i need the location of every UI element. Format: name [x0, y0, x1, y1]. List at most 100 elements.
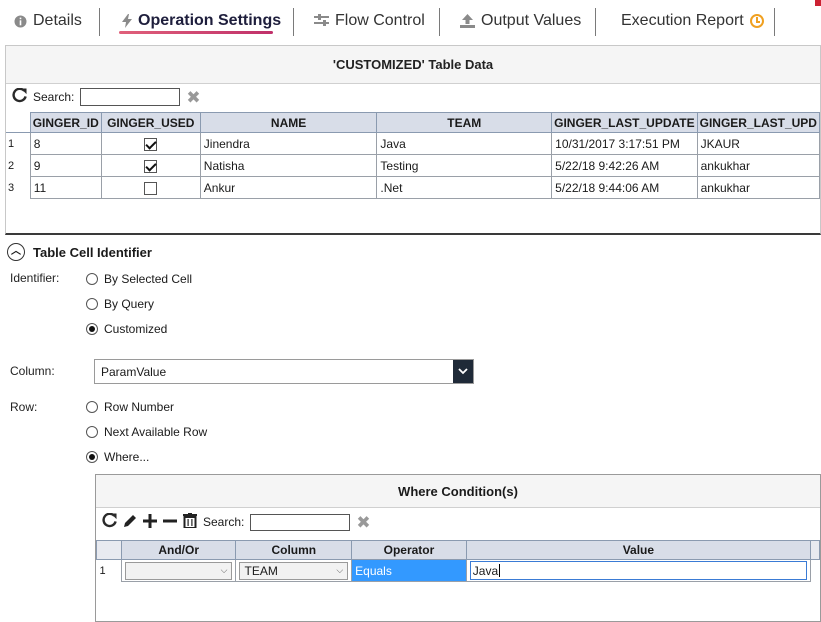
- cell-last-update[interactable]: 5/22/18 9:42:26 AM: [551, 154, 698, 177]
- tab-details-label: Details: [33, 12, 82, 29]
- column-header[interactable]: GINGER_LAST_UPD: [696, 112, 821, 133]
- cell-ginger-id[interactable]: 11: [29, 176, 102, 199]
- cell-ginger-id[interactable]: 8: [29, 132, 102, 155]
- cell-team[interactable]: .Net: [376, 176, 553, 199]
- tab-execution-report-label: Execution Report: [621, 12, 744, 29]
- radio-label: Customized: [104, 322, 168, 336]
- column-value: TEAM: [244, 563, 278, 578]
- clock-icon: [749, 14, 764, 28]
- table-row[interactable]: 1 8 Jinendra Java 10/31/2017 3:17:51 PM …: [6, 132, 821, 155]
- column-header[interactable]: GINGER_ID: [29, 112, 102, 133]
- row-header-corner: [96, 540, 122, 560]
- used-checkbox[interactable]: [144, 181, 158, 195]
- where-conditions-title: Where Condition(s): [96, 475, 820, 508]
- chevron-down-icon: ⌵: [220, 565, 228, 575]
- radio-where[interactable]: Where...: [86, 450, 149, 464]
- radio-label: By Query: [104, 297, 155, 311]
- refresh-icon[interactable]: [102, 512, 117, 531]
- where-row[interactable]: 1 ⌵ TEAM ⌵ Equals Java: [97, 559, 820, 582]
- radio-next-available-row[interactable]: Next Available Row: [86, 425, 207, 439]
- used-checkbox[interactable]: [144, 137, 158, 151]
- customized-data-table: GINGER_ID GINGER_USED NAME TEAM GINGER_L…: [6, 112, 821, 199]
- tab-output-values-label: Output Values: [481, 12, 582, 29]
- refresh-icon[interactable]: [12, 87, 27, 106]
- cell-ginger-id[interactable]: 9: [29, 154, 102, 177]
- cell-value[interactable]: Java: [465, 559, 811, 582]
- tab-execution-report[interactable]: Execution Report: [621, 10, 764, 32]
- where-search-input[interactable]: [250, 513, 351, 531]
- column-header[interactable]: TEAM: [376, 112, 553, 133]
- window-edge-marker: [815, 0, 821, 6]
- cell-ginger-used[interactable]: [100, 154, 201, 177]
- cell-operator[interactable]: Equals: [351, 559, 467, 582]
- active-tab-indicator: [119, 31, 273, 34]
- used-checkbox[interactable]: [144, 159, 158, 173]
- collapse-icon[interactable]: ︿: [7, 243, 25, 261]
- and-or-select[interactable]: ⌵: [124, 561, 233, 580]
- edit-icon[interactable]: [123, 514, 137, 531]
- radio-by-selected-cell[interactable]: By Selected Cell: [86, 272, 192, 286]
- tab-operation-settings[interactable]: Operation Settings: [122, 10, 281, 32]
- table-data-toolbar: Search: ✖: [6, 84, 820, 110]
- cell-and-or[interactable]: ⌵: [120, 559, 237, 582]
- tab-output-values[interactable]: Output Values: [460, 10, 581, 32]
- tab-details[interactable]: Details: [14, 10, 82, 32]
- search-label: Search:: [33, 90, 75, 104]
- table-cell-identifier-header[interactable]: ︿ Table Cell Identifier: [7, 243, 152, 261]
- where-conditions-panel: Where Condition(s) Search: ✖ And/Or Colu…: [95, 474, 821, 622]
- column-select[interactable]: ParamValue: [94, 359, 474, 384]
- cell-last-updated-by[interactable]: JKAUR: [696, 132, 821, 155]
- column-header[interactable]: GINGER_LAST_UPDATE: [551, 112, 698, 133]
- radio-label: Row Number: [104, 400, 175, 414]
- where-header-row: And/Or Column Operator Value: [96, 540, 821, 560]
- radio-button[interactable]: [86, 426, 98, 438]
- cell-name[interactable]: Jinendra: [199, 132, 378, 155]
- cell-team[interactable]: Testing: [376, 154, 553, 177]
- column-select[interactable]: TEAM ⌵: [239, 561, 349, 580]
- radio-button[interactable]: [86, 323, 98, 335]
- column-header[interactable]: GINGER_USED: [100, 112, 201, 133]
- trash-icon[interactable]: [183, 513, 197, 531]
- table-row[interactable]: 2 9 Natisha Testing 5/22/18 9:42:26 AM a…: [6, 154, 821, 177]
- cell-ginger-used[interactable]: [100, 132, 201, 155]
- radio-row-number[interactable]: Row Number: [86, 400, 174, 414]
- tab-flow-control[interactable]: Flow Control: [314, 10, 425, 32]
- chevron-down-icon[interactable]: [453, 360, 473, 383]
- remove-icon[interactable]: [163, 514, 177, 531]
- radio-button[interactable]: [86, 401, 98, 413]
- search-label: Search:: [203, 515, 245, 529]
- search-input[interactable]: [80, 88, 181, 106]
- radio-button[interactable]: [86, 273, 98, 285]
- table-data-panel: 'CUSTOMIZED' Table Data Search: ✖ GINGER…: [5, 45, 821, 235]
- radio-button[interactable]: [86, 298, 98, 310]
- column-header[interactable]: Operator: [351, 540, 467, 560]
- row-label: Row:: [10, 400, 38, 414]
- column-header[interactable]: Column: [235, 540, 353, 560]
- tab-divider: [293, 8, 294, 36]
- add-icon[interactable]: [143, 513, 157, 531]
- column-label: Column:: [10, 364, 55, 378]
- cell-last-update[interactable]: 5/22/18 9:44:06 AM: [551, 176, 698, 199]
- column-header[interactable]: NAME: [199, 112, 378, 133]
- value-input[interactable]: Java: [469, 561, 807, 580]
- flow-control-icon: [314, 14, 329, 28]
- table-row[interactable]: 3 11 Ankur .Net 5/22/18 9:44:06 AM ankuk…: [6, 176, 821, 199]
- cell-team[interactable]: Java: [376, 132, 553, 155]
- column-header[interactable]: Value: [465, 540, 811, 560]
- cell-last-updated-by[interactable]: ankukhar: [696, 154, 821, 177]
- cell-last-updated-by[interactable]: ankukhar: [696, 176, 821, 199]
- identifier-label: Identifier:: [10, 271, 60, 285]
- clear-search-icon[interactable]: ✖: [186, 89, 200, 106]
- cell-last-update[interactable]: 10/31/2017 3:17:51 PM: [551, 132, 698, 155]
- cell-column[interactable]: TEAM ⌵: [235, 559, 353, 582]
- radio-button[interactable]: [86, 451, 98, 463]
- info-icon: [14, 15, 27, 28]
- radio-customized[interactable]: Customized: [86, 322, 167, 336]
- cell-name[interactable]: Natisha: [199, 154, 378, 177]
- radio-by-query[interactable]: By Query: [86, 297, 154, 311]
- column-header[interactable]: And/Or: [120, 540, 237, 560]
- cell-name[interactable]: Ankur: [199, 176, 378, 199]
- clear-search-icon[interactable]: ✖: [356, 514, 370, 531]
- cell-ginger-used[interactable]: [100, 176, 201, 199]
- tab-divider: [595, 8, 596, 36]
